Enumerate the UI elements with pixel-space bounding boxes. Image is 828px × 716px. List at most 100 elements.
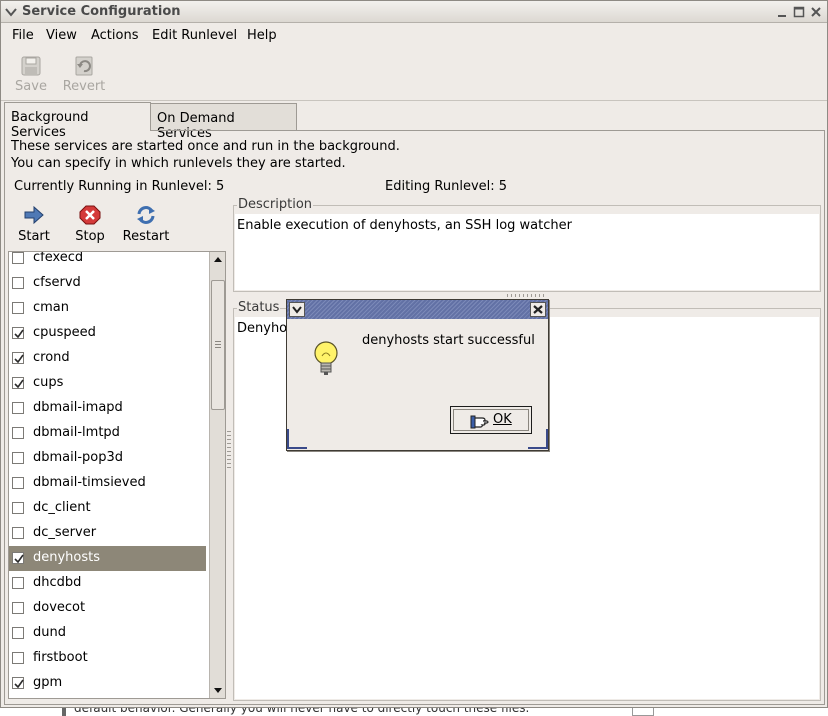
- service-list: cfexecd cfservd cman cpuspeed crond cups dbmai…: [8, 251, 226, 699]
- service-checkbox[interactable]: [12, 402, 24, 414]
- service-checkbox[interactable]: [12, 477, 24, 489]
- service-checkbox[interactable]: [12, 627, 24, 639]
- check-mark-icon: [14, 329, 24, 339]
- service-checkbox[interactable]: [12, 302, 24, 314]
- ok-hand-icon: [470, 415, 489, 429]
- frame-divider-handle[interactable]: [507, 293, 547, 297]
- service-checkbox[interactable]: [12, 577, 24, 589]
- service-checkbox[interactable]: [12, 502, 24, 514]
- start-label: Start: [18, 229, 50, 244]
- service-checkbox[interactable]: [12, 427, 24, 439]
- service-checkbox[interactable]: [12, 452, 24, 464]
- minimize-icon[interactable]: [775, 5, 789, 19]
- menu-view[interactable]: View: [46, 28, 77, 43]
- dialog-message: denyhosts start successful: [362, 333, 535, 348]
- service-row[interactable]: dhcdbd: [9, 571, 206, 596]
- scroll-down-arrow-icon[interactable]: [212, 684, 224, 696]
- scrollbar-thumb[interactable]: [211, 280, 225, 410]
- service-name: gpm: [33, 675, 63, 690]
- service-checkbox[interactable]: [12, 277, 24, 289]
- service-checkbox[interactable]: [12, 602, 24, 614]
- service-checkbox[interactable]: [12, 327, 24, 339]
- restart-label: Restart: [122, 229, 170, 244]
- menu-edit-runlevel[interactable]: Edit Runlevel: [152, 28, 237, 43]
- service-checkbox[interactable]: [12, 352, 24, 364]
- restart-icon: [137, 206, 155, 224]
- service-name: dbmail-imapd: [33, 400, 123, 415]
- running-runlevel: Currently Running in Runlevel: 5: [14, 179, 225, 194]
- menu-actions[interactable]: Actions: [91, 28, 139, 43]
- list-scrollbar[interactable]: [209, 252, 225, 698]
- start-arrow-icon: [24, 205, 44, 225]
- service-row[interactable]: dbmail-imapd: [9, 396, 206, 421]
- tab-on-demand-services[interactable]: On Demand Services: [150, 103, 297, 141]
- service-row[interactable]: denyhosts: [9, 546, 206, 571]
- dialog-close-button[interactable]: [530, 302, 546, 317]
- window-menu-icon[interactable]: [4, 5, 18, 19]
- service-checkbox[interactable]: [12, 552, 24, 564]
- service-name: denyhosts: [33, 550, 101, 565]
- service-row[interactable]: dbmail-lmtpd: [9, 421, 206, 446]
- service-row[interactable]: dbmail-timsieved: [9, 471, 206, 496]
- service-row[interactable]: gpm: [9, 671, 206, 696]
- tab-background-services[interactable]: Background Services: [4, 102, 151, 140]
- service-row[interactable]: cman: [9, 296, 206, 321]
- dialog-titlebar: [287, 300, 548, 319]
- service-row[interactable]: cfservd: [9, 271, 206, 296]
- save-button[interactable]: Save: [9, 55, 53, 99]
- dialog-close-icon: [533, 305, 543, 314]
- service-checkbox[interactable]: [12, 527, 24, 539]
- service-row[interactable]: dund: [9, 621, 206, 646]
- service-name: cfexecd: [33, 251, 84, 265]
- check-mark-icon: [14, 354, 24, 364]
- dialog-menu-button[interactable]: [289, 302, 305, 317]
- save-icon: [21, 56, 41, 76]
- description-label: Description: [237, 197, 314, 212]
- service-name: cpuspeed: [33, 325, 96, 340]
- toolbar: Save Revert: [1, 49, 827, 101]
- menu-file[interactable]: File: [12, 28, 34, 43]
- status-label: Status: [237, 300, 281, 315]
- service-checkbox[interactable]: [12, 652, 24, 664]
- lightbulb-info-icon: [314, 341, 338, 375]
- check-mark-icon: [14, 679, 24, 689]
- revert-icon: [75, 56, 93, 76]
- service-row[interactable]: cups: [9, 371, 206, 396]
- editing-runlevel: Editing Runlevel: 5: [385, 179, 508, 194]
- stop-button[interactable]: Stop: [65, 205, 115, 244]
- service-row[interactable]: dc_client: [9, 496, 206, 521]
- service-name: dc_server: [33, 525, 97, 540]
- check-mark-icon: [14, 379, 24, 389]
- service-checkbox[interactable]: [12, 377, 24, 389]
- save-label: Save: [15, 79, 47, 94]
- revert-button[interactable]: Revert: [62, 55, 106, 99]
- service-name: crond: [33, 350, 70, 365]
- service-checkbox[interactable]: [12, 677, 24, 689]
- start-button[interactable]: Start: [9, 205, 59, 244]
- pane-divider-handle[interactable]: [226, 431, 232, 471]
- info-line-2: You can specify in which runlevels they …: [11, 156, 346, 171]
- service-checkbox[interactable]: [12, 252, 24, 264]
- tab-strip: Background Services On Demand Services: [1, 102, 827, 141]
- restart-button[interactable]: Restart: [121, 205, 171, 244]
- service-name: dhcdbd: [33, 575, 82, 590]
- ok-button[interactable]: OK: [450, 406, 532, 434]
- scroll-up-arrow-icon[interactable]: [212, 254, 224, 266]
- service-row[interactable]: cfexecd: [9, 251, 206, 271]
- dialog-corner-right: [528, 429, 548, 449]
- service-name: cfservd: [33, 275, 81, 290]
- titlebar: Service Configuration: [1, 1, 827, 23]
- service-row[interactable]: dovecot: [9, 596, 206, 621]
- service-row[interactable]: crond: [9, 346, 206, 371]
- service-row[interactable]: firstboot: [9, 646, 206, 671]
- info-line-1: These services are started once and run …: [11, 139, 400, 154]
- maximize-icon[interactable]: [792, 5, 806, 19]
- service-name: cman: [33, 300, 70, 315]
- menu-help[interactable]: Help: [247, 28, 277, 43]
- service-row[interactable]: cpuspeed: [9, 321, 206, 346]
- service-row[interactable]: dc_server: [9, 521, 206, 546]
- close-icon[interactable]: [809, 5, 823, 19]
- description-frame: Description Enable execution of denyhost…: [233, 197, 821, 292]
- service-row[interactable]: dbmail-pop3d: [9, 446, 206, 471]
- description-text: Enable execution of denyhosts, an SSH lo…: [235, 214, 819, 290]
